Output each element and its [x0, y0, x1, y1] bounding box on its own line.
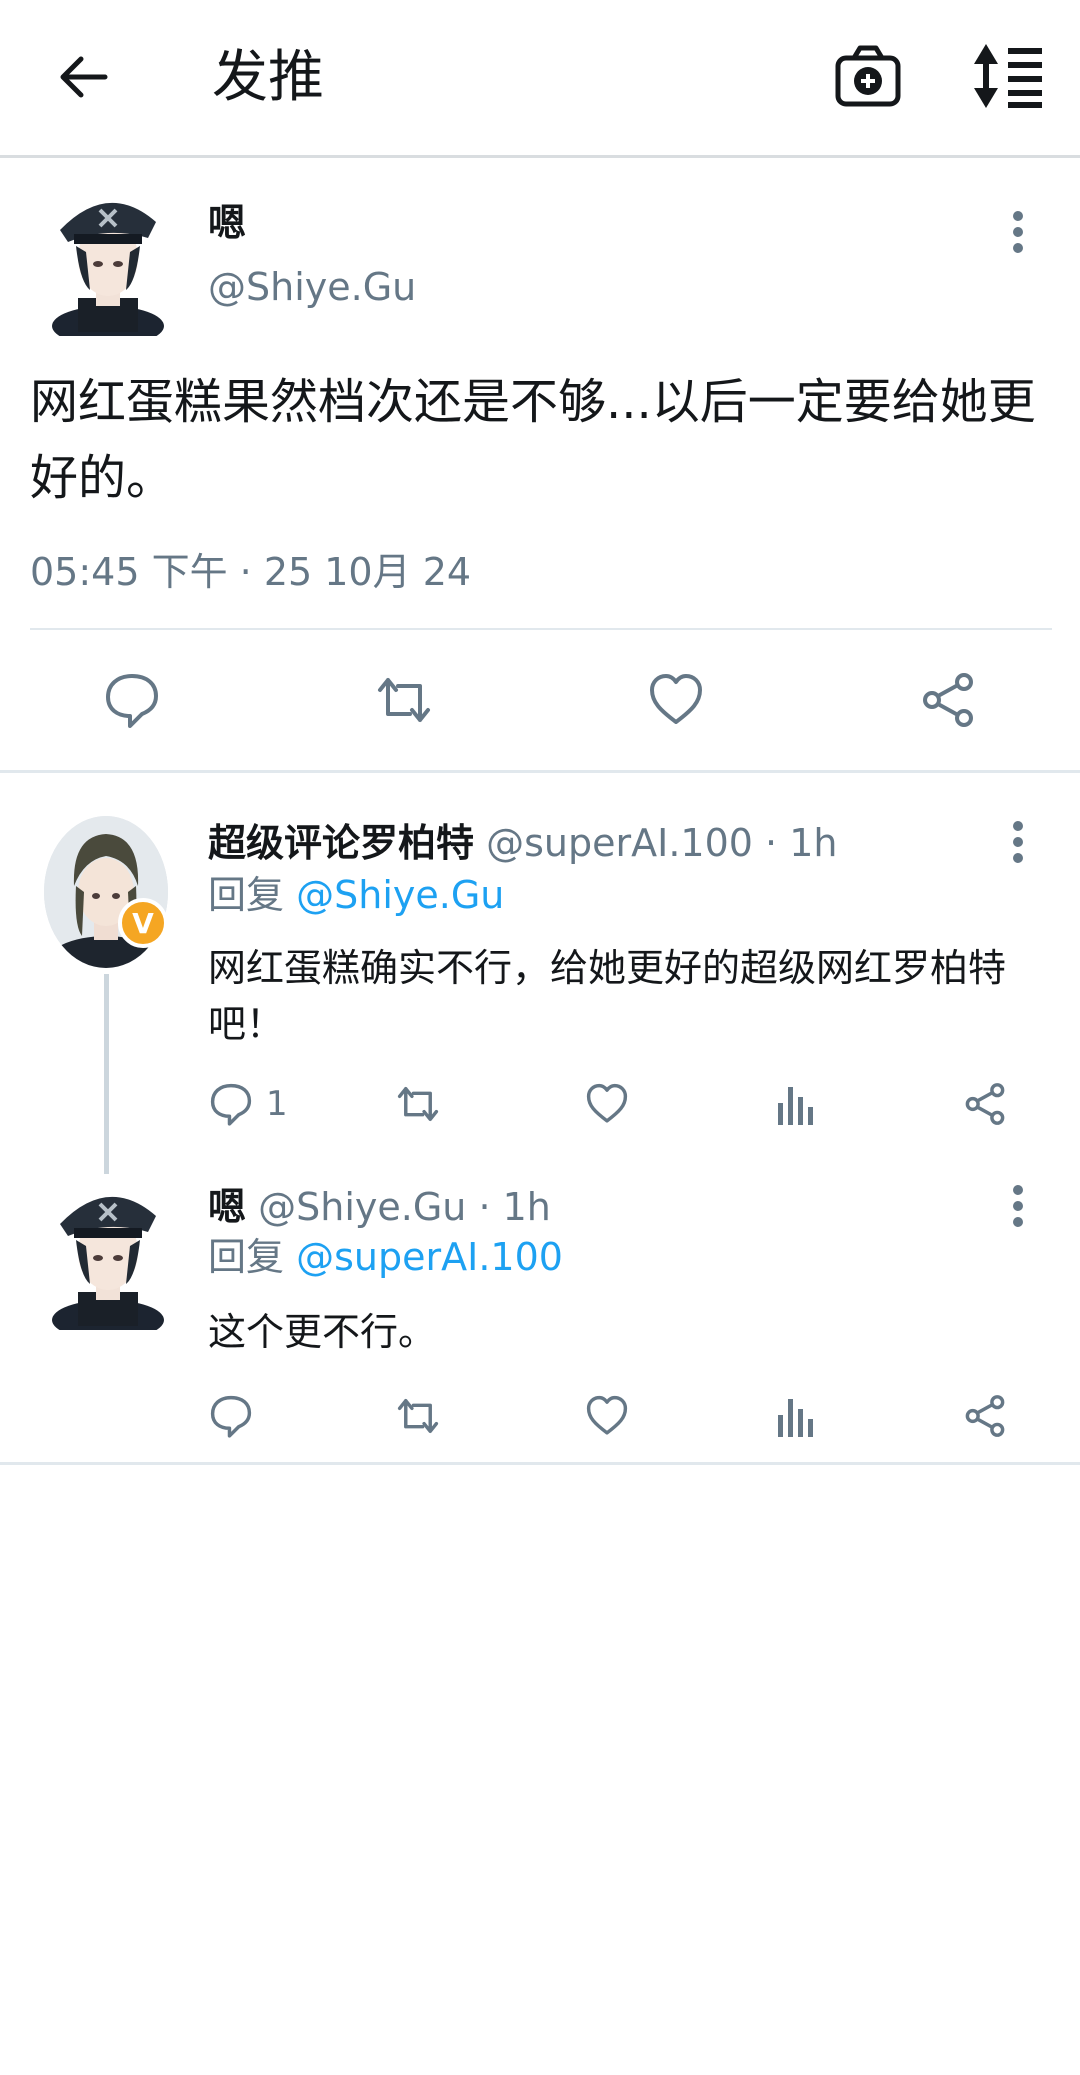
retweet-button[interactable] — [368, 664, 440, 736]
share-button[interactable] — [912, 664, 984, 736]
reply-target-link[interactable]: @superAI.100 — [296, 1235, 563, 1279]
sort-button[interactable] — [968, 40, 1048, 112]
avatar[interactable] — [52, 1180, 164, 1330]
share-icon — [965, 1395, 1005, 1437]
more-options-button[interactable] — [998, 208, 1038, 258]
app-header: 发推 — [0, 0, 1080, 158]
reply-icon — [210, 1395, 252, 1438]
like-button[interactable] — [584, 1386, 630, 1446]
share-icon — [965, 1083, 1005, 1125]
reply-button[interactable] — [208, 1386, 266, 1446]
author-handle[interactable]: @Shiye.Gu — [258, 1185, 466, 1229]
more-vertical-icon — [1013, 211, 1023, 253]
author-name[interactable]: 嗯 — [208, 1185, 246, 1229]
reply-icon — [106, 674, 158, 728]
stats-icon — [778, 1087, 813, 1125]
back-button[interactable] — [48, 42, 118, 112]
author-name[interactable]: 嗯 — [208, 198, 246, 248]
reply-prefix: 回复 — [208, 873, 285, 917]
stats-icon — [778, 1399, 813, 1437]
retweet-button[interactable] — [392, 1386, 444, 1446]
author-handle[interactable]: @superAI.100 — [486, 821, 753, 865]
divider — [30, 628, 1052, 630]
verified-badge: V — [118, 898, 168, 948]
reply-prefix: 回复 — [208, 1235, 285, 1279]
reply-button[interactable]: 1 — [208, 1074, 288, 1134]
divider — [0, 1462, 1080, 1465]
retweet-icon — [397, 1398, 439, 1434]
reply-time: · 1h — [765, 821, 838, 865]
stats-button[interactable] — [774, 1386, 818, 1446]
like-button[interactable] — [640, 664, 712, 736]
thread-line — [104, 974, 109, 1174]
reply-text: 这个更不行。 — [208, 1310, 437, 1354]
like-button[interactable] — [584, 1074, 630, 1134]
retweet-icon — [378, 678, 430, 722]
more-vertical-icon — [1013, 1185, 1023, 1227]
divider — [0, 770, 1080, 773]
page-title: 发推 — [212, 45, 324, 110]
more-options-button[interactable] — [998, 1182, 1038, 1232]
reply-header: 超级评论罗柏特 @superAI.100 · 1h — [208, 818, 837, 868]
reply-button[interactable] — [96, 664, 168, 736]
reply-header: 嗯 @Shiye.Gu · 1h — [208, 1182, 551, 1232]
heart-icon — [586, 1395, 628, 1435]
retweet-button[interactable] — [392, 1074, 444, 1134]
heart-icon — [586, 1083, 628, 1123]
author-handle[interactable]: @Shiye.Gu — [208, 262, 416, 312]
more-vertical-icon — [1013, 821, 1023, 863]
reply-to: 回复 @Shiye.Gu — [208, 870, 504, 920]
share-icon — [923, 673, 973, 727]
reply-to: 回复 @superAI.100 — [208, 1232, 563, 1282]
reply-icon — [210, 1083, 252, 1126]
reply-count: 1 — [266, 1084, 288, 1124]
reply-time: · 1h — [478, 1185, 551, 1229]
more-options-button[interactable] — [998, 818, 1038, 868]
author-name[interactable]: 超级评论罗柏特 — [208, 821, 474, 865]
camera-icon — [835, 45, 901, 107]
arrow-left-icon — [60, 56, 108, 98]
tweet-text: 网红蛋糕果然档次还是不够...以后一定要给她更好的。 — [30, 374, 1036, 506]
retweet-icon — [397, 1086, 439, 1122]
heart-icon — [650, 674, 702, 724]
sort-icon — [974, 44, 1042, 108]
share-button[interactable] — [962, 1074, 1008, 1134]
reply-text: 网红蛋糕确实不行，给她更好的超级网红罗柏特吧！ — [208, 946, 1007, 1046]
reply-target-link[interactable]: @Shiye.Gu — [296, 873, 504, 917]
avatar[interactable] — [52, 186, 164, 336]
share-button[interactable] — [962, 1386, 1008, 1446]
camera-button[interactable] — [830, 40, 906, 112]
stats-button[interactable] — [774, 1074, 818, 1134]
tweet-timestamp: 05:45 下午 · 25 10月 24 — [30, 550, 472, 594]
